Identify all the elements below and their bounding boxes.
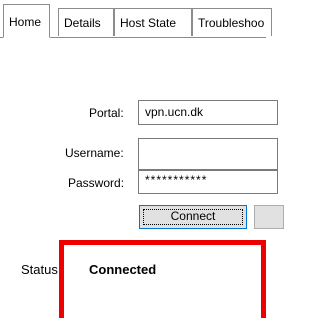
portal-label: Portal: — [89, 106, 124, 120]
connect-button[interactable]: Connect — [139, 205, 247, 229]
username-label: Username: — [65, 146, 124, 160]
focus-rect — [143, 209, 243, 225]
tab-troubleshoot-label: Troubleshoo — [198, 16, 265, 30]
username-input[interactable] — [138, 138, 278, 170]
tab-home[interactable]: Home — [3, 4, 50, 38]
tab-details-label: Details — [64, 16, 101, 30]
tab-host-state-label: Host State — [120, 16, 177, 30]
tab-troubleshoot[interactable]: Troubleshoo — [192, 8, 272, 36]
password-input[interactable]: *********** — [138, 170, 278, 194]
password-label: Password: — [68, 176, 125, 190]
tab-home-label: Home — [9, 15, 42, 29]
tab-strip: Home Details Host State Troubleshoo — [0, 0, 272, 38]
tab-details[interactable]: Details — [58, 8, 114, 36]
portal-input[interactable]: vpn.ucn.dk — [138, 100, 278, 125]
secondary-button[interactable] — [254, 205, 284, 229]
status-label: Status: — [21, 262, 62, 277]
status-value: Connected — [89, 262, 157, 277]
tab-host-state[interactable]: Host State — [114, 8, 192, 36]
